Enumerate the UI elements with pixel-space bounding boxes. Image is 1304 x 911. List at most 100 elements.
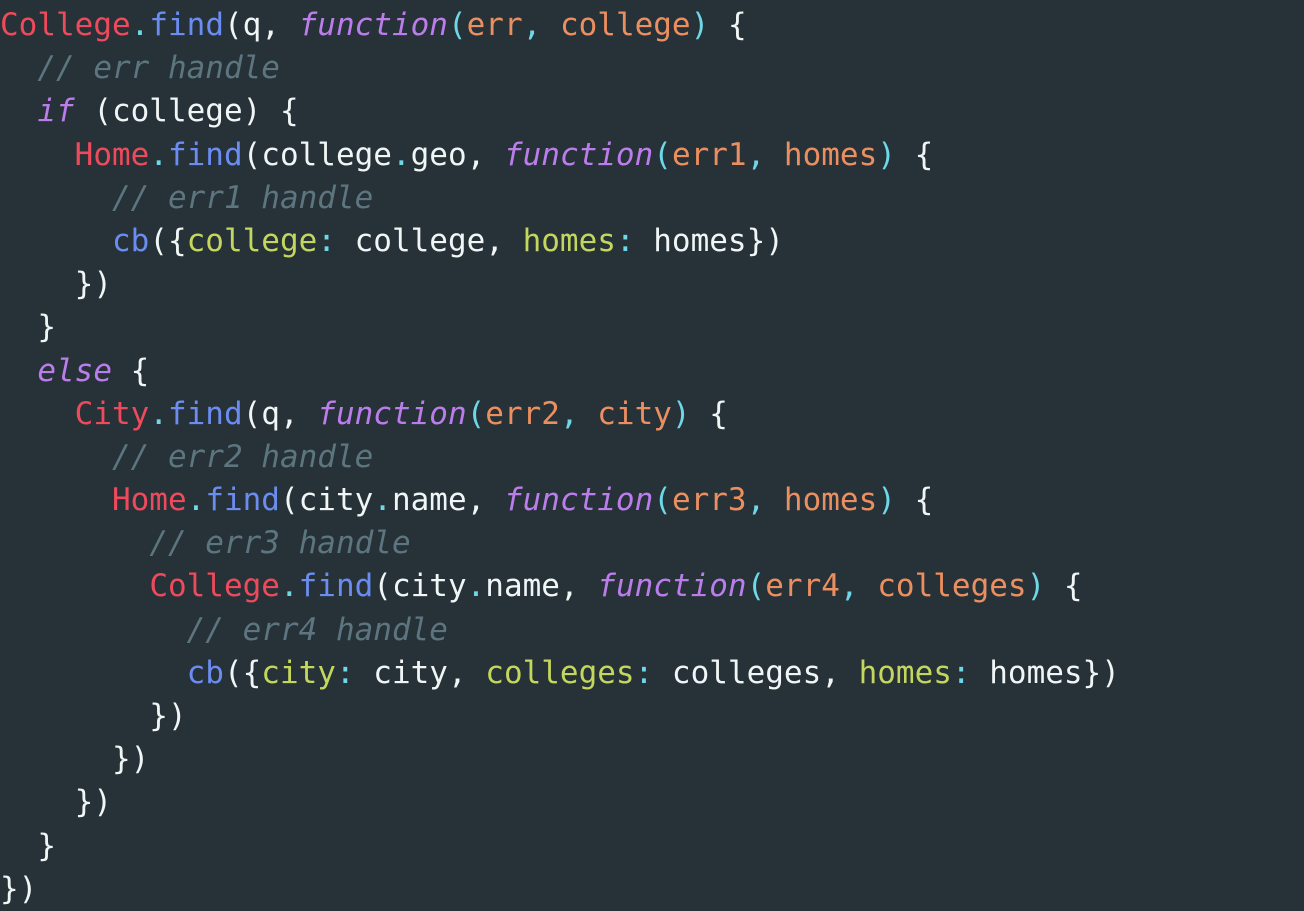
code-token-par: homes: [783, 482, 878, 519]
code-token-pln: {: [895, 482, 934, 519]
code-token-mth: find: [149, 7, 224, 43]
code-line[interactable]: }): [0, 868, 1304, 911]
code-token-kw: function: [597, 568, 747, 605]
code-token-pun: ,: [559, 395, 598, 432]
code-line[interactable]: // err4 handle: [0, 609, 1304, 652]
code-token-pun: (: [746, 568, 766, 605]
code-token-par: err2: [485, 395, 560, 432]
code-token-kw: function: [317, 395, 467, 432]
code-line[interactable]: }): [0, 695, 1304, 738]
code-token-pun: ,: [522, 7, 560, 43]
code-token-pun: .: [149, 395, 168, 432]
code-token-pln: (city: [373, 568, 467, 605]
code-line[interactable]: City.find(q, function(err2, city) {: [0, 393, 1304, 436]
code-token-pln: }): [0, 698, 187, 734]
code-token-pun: :: [615, 222, 635, 259]
code-line[interactable]: // err3 handle: [0, 522, 1304, 565]
code-token-cmt: // err4 handle: [186, 611, 448, 648]
code-line[interactable]: // err2 handle: [0, 436, 1304, 479]
code-token-key: city: [261, 654, 336, 691]
code-line[interactable]: // err handle: [0, 47, 1304, 90]
code-token-cls: Home: [74, 136, 150, 173]
code-token-pun: (: [466, 395, 486, 432]
code-editor-surface[interactable]: College.find(q, function(err, college) {…: [0, 0, 1304, 910]
code-line[interactable]: if (college) {: [0, 90, 1304, 133]
code-token-pln: [0, 525, 149, 561]
code-token-cls: College: [0, 7, 131, 43]
code-line[interactable]: cb({college: college, homes: homes}): [0, 220, 1304, 263]
code-token-pln: }): [0, 870, 38, 907]
code-token-pln: [0, 223, 112, 259]
code-token-pun: (: [653, 482, 672, 519]
code-token-pln: }): [0, 741, 150, 778]
code-token-pun: ,: [746, 482, 784, 519]
code-token-pun: .: [391, 136, 411, 173]
code-token-kw: function: [298, 7, 448, 43]
code-token-pln: [0, 655, 187, 691]
code-token-pln: (q,: [242, 395, 318, 432]
code-token-par: college: [559, 7, 691, 43]
code-token-pln: [0, 137, 75, 173]
code-token-pln: [0, 93, 37, 129]
code-line[interactable]: cb({city: city, colleges: colleges, home…: [0, 652, 1304, 695]
code-token-key: college: [186, 222, 318, 259]
code-line[interactable]: Home.find(city.name, function(err3, home…: [0, 479, 1304, 522]
code-token-kw: else: [37, 352, 112, 389]
code-token-key: homes: [858, 654, 952, 691]
code-token-pln: (college: [242, 136, 392, 173]
code-token-mth: find: [205, 482, 280, 519]
code-token-pln: name,: [485, 568, 598, 605]
code-token-pln: ({: [149, 222, 187, 259]
code-token-cmt: // err3 handle: [149, 525, 411, 562]
code-line[interactable]: }: [0, 306, 1304, 349]
code-line[interactable]: }): [0, 781, 1304, 824]
code-token-key: colleges: [485, 654, 635, 691]
code-line[interactable]: }): [0, 738, 1304, 781]
code-line[interactable]: }): [0, 263, 1304, 306]
code-token-cls: College: [149, 568, 280, 605]
code-token-pun: ): [690, 7, 710, 43]
code-token-pln: [0, 180, 112, 216]
code-token-cls: Home: [111, 482, 187, 519]
code-token-pln: }: [0, 309, 56, 346]
code-token-kw: function: [503, 136, 654, 173]
code-token-mth: cb: [111, 222, 150, 259]
code-token-par: err: [466, 7, 523, 43]
code-token-pun: .: [186, 482, 206, 519]
code-line[interactable]: Home.find(college.geo, function(err1, ho…: [0, 134, 1304, 177]
code-token-mth: cb: [186, 654, 224, 691]
code-token-pln: {: [690, 395, 728, 432]
code-token-pln: ({: [223, 654, 262, 691]
code-line[interactable]: else {: [0, 350, 1304, 393]
code-token-pln: homes}): [970, 654, 1120, 691]
code-token-key: homes: [522, 222, 616, 259]
code-token-pun: .: [149, 136, 168, 173]
code-token-pun: ,: [839, 568, 878, 605]
code-token-par: colleges: [877, 568, 1027, 605]
code-line[interactable]: }: [0, 825, 1304, 868]
code-line[interactable]: College.find(q, function(err, college) {: [0, 4, 1304, 47]
code-token-pln: homes}): [634, 222, 784, 259]
code-line[interactable]: // err1 handle: [0, 177, 1304, 220]
code-token-pln: city,: [354, 654, 486, 691]
code-token-pln: [0, 50, 37, 86]
code-token-pln: {: [895, 136, 934, 173]
code-token-pun: (: [447, 7, 467, 43]
code-token-mth: find: [298, 568, 374, 605]
code-token-pln: geo,: [410, 136, 504, 173]
code-token-pln: (college) {: [74, 93, 299, 130]
code-token-pln: }: [0, 827, 56, 864]
code-token-pln: {: [1045, 568, 1083, 605]
code-token-pln: [0, 439, 112, 475]
code-token-cmt: // err2 handle: [111, 438, 374, 475]
code-token-kw: function: [503, 482, 654, 519]
code-token-cmt: // err1 handle: [111, 179, 374, 216]
code-token-pun: :: [335, 654, 355, 691]
code-token-pun: :: [634, 654, 654, 691]
code-token-pun: ): [877, 482, 896, 519]
code-line[interactable]: College.find(city.name, function(err4, c…: [0, 565, 1304, 608]
code-token-pln: }): [0, 266, 112, 303]
code-token-pln: [0, 482, 112, 518]
code-token-pun: ): [877, 136, 896, 173]
code-token-pln: college,: [335, 222, 523, 259]
